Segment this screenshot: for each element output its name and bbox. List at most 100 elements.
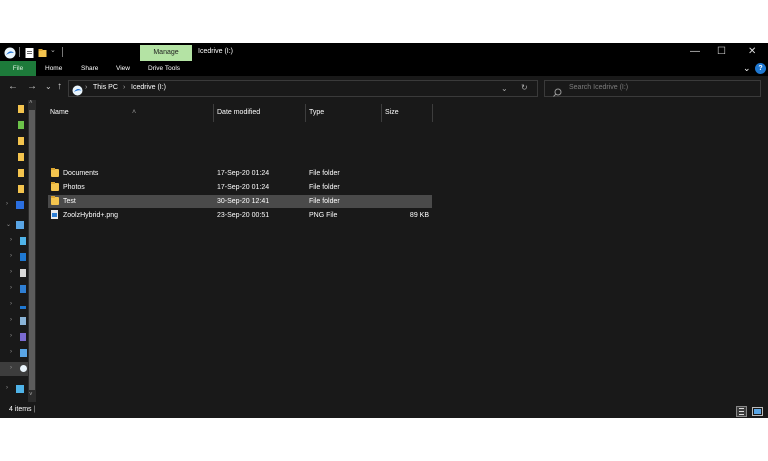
nav-item-drive[interactable]: ›	[0, 234, 28, 248]
column-header-name[interactable]: Name ˄	[46, 104, 214, 122]
tab-file[interactable]: File	[0, 61, 36, 76]
ribbon-expand-icon[interactable]: ⌄	[743, 61, 751, 76]
qa-separator	[19, 47, 20, 57]
properties-icon[interactable]	[25, 46, 34, 58]
minimize-button[interactable]: —	[690, 46, 700, 57]
file-date: 17-Sep-20 01:24	[217, 184, 270, 191]
nav-item-this-pc[interactable]: ⌄	[0, 218, 28, 232]
nav-item-quick-folder[interactable]	[0, 102, 28, 116]
file-date: 30-Sep-20 12:41	[217, 198, 270, 205]
breadcrumb-separator: ›	[123, 84, 126, 91]
chevron-right-icon[interactable]: ›	[10, 317, 12, 323]
breadcrumb-this-pc[interactable]: This PC	[93, 84, 118, 91]
sort-ascending-icon: ˄	[132, 109, 137, 116]
nav-item-drive[interactable]: ›	[0, 314, 28, 328]
search-input[interactable]: Search Icedrive (I:)	[569, 84, 628, 91]
nav-item-dropbox[interactable]: ›	[0, 198, 28, 212]
chevron-right-icon[interactable]: ›	[10, 237, 12, 243]
breadcrumb-separator: ›	[85, 84, 88, 91]
icedrive-icon	[72, 83, 83, 96]
tab-home[interactable]: Home	[45, 61, 62, 76]
table-row[interactable]: ZoolzHybrid+.png 23-Sep-20 00:51 PNG Fil…	[48, 209, 432, 222]
column-header-date[interactable]: Date modified	[213, 104, 305, 122]
table-row[interactable]: Test 30-Sep-20 12:41 File folder	[48, 195, 432, 208]
nav-item-drive[interactable]: ›	[0, 282, 28, 296]
forward-button[interactable]: →	[27, 81, 37, 92]
nav-pane-scrollbar[interactable]: ˄ ˅	[28, 100, 36, 402]
chevron-right-icon[interactable]: ›	[10, 285, 12, 291]
navigation-pane: › ⌄ › › › › › › › › › › ˄ ˅	[0, 100, 36, 402]
column-header-size[interactable]: Size	[381, 104, 433, 122]
drive-icon	[20, 349, 27, 357]
nav-item-quick-folder[interactable]	[0, 150, 28, 164]
chevron-right-icon[interactable]: ›	[6, 201, 8, 207]
chevron-right-icon[interactable]: ›	[10, 349, 12, 355]
pictures-icon	[20, 317, 26, 325]
column-divider[interactable]	[432, 104, 433, 122]
tab-drive-tools[interactable]: Drive Tools	[148, 61, 180, 76]
nav-item-drive[interactable]: ›	[0, 250, 28, 264]
nav-item-quick-folder[interactable]	[0, 166, 28, 180]
large-icons-view-icon[interactable]	[752, 404, 763, 416]
computer-icon	[16, 221, 24, 229]
file-name: ZoolzHybrid+.png	[63, 212, 119, 219]
nav-item-quick-folder[interactable]	[0, 118, 28, 132]
file-list: Name ˄ Date modified Type Size Documents…	[40, 100, 768, 402]
details-view-icon[interactable]	[736, 404, 747, 417]
folder-icon	[18, 169, 24, 177]
file-name: Photos	[63, 184, 85, 191]
icedrive-app-icon[interactable]	[4, 46, 16, 59]
explorer-window: ⌄ Manage Icedrive (I:) — ☐ ✕ File Home S…	[0, 43, 768, 418]
item-count-label: 4 items	[9, 406, 32, 413]
chevron-right-icon[interactable]: ›	[10, 333, 12, 339]
item-count: 4 items |	[9, 406, 36, 413]
close-button[interactable]: ✕	[748, 46, 756, 57]
file-type: File folder	[309, 198, 340, 205]
column-header-type[interactable]: Type	[305, 104, 381, 122]
table-row[interactable]: Documents 17-Sep-20 01:24 File folder	[48, 167, 432, 180]
search-box[interactable]: Search Icedrive (I:)	[544, 80, 761, 97]
file-name: Test	[63, 198, 76, 205]
folder-icon	[18, 137, 24, 145]
chevron-right-icon[interactable]: ›	[10, 253, 12, 259]
help-icon[interactable]: ?	[755, 63, 766, 74]
chevron-right-icon[interactable]: ›	[10, 301, 12, 307]
maximize-button[interactable]: ☐	[717, 46, 726, 57]
up-button[interactable]: ↑	[57, 81, 62, 92]
chevron-right-icon[interactable]: ›	[6, 385, 8, 391]
chevron-right-icon[interactable]: ›	[10, 365, 12, 371]
file-size: 89 KB	[409, 212, 429, 219]
nav-item-drive[interactable]: ›	[0, 298, 28, 312]
tab-share[interactable]: Share	[81, 61, 98, 76]
scroll-down-icon[interactable]: ˅	[29, 392, 33, 398]
nav-item-icedrive[interactable]: ›	[0, 362, 28, 376]
nav-item-drive[interactable]: ›	[0, 266, 28, 280]
tab-view[interactable]: View	[116, 61, 130, 76]
address-dropdown-icon[interactable]: ⌄	[501, 84, 508, 93]
back-button[interactable]: ←	[8, 81, 18, 92]
scrollbar-thumb[interactable]	[29, 110, 35, 390]
icedrive-icon	[20, 365, 27, 372]
chevron-right-icon[interactable]: ›	[10, 269, 12, 275]
nav-item-quick-folder[interactable]	[0, 134, 28, 148]
file-type: File folder	[309, 170, 340, 177]
table-row[interactable]: Photos 17-Sep-20 01:24 File folder	[48, 181, 432, 194]
new-folder-icon[interactable]	[38, 46, 47, 58]
videos-icon	[20, 333, 26, 341]
nav-item-network[interactable]: ›	[0, 382, 28, 396]
nav-item-drive[interactable]: ›	[0, 330, 28, 344]
file-type: File folder	[309, 184, 340, 191]
customize-qa-icon[interactable]: ⌄	[50, 46, 58, 58]
refresh-icon[interactable]: ↻	[521, 83, 528, 92]
nav-item-drive[interactable]: ›	[0, 346, 28, 360]
address-bar[interactable]: › This PC › Icedrive (I:) ⌄ ↻	[68, 80, 538, 97]
recent-locations-button[interactable]: ⌄	[45, 82, 52, 91]
dropbox-icon	[16, 201, 24, 209]
scroll-up-icon[interactable]: ˄	[29, 100, 33, 106]
manage-tab[interactable]: Manage	[140, 45, 192, 61]
breadcrumb-icedrive[interactable]: Icedrive (I:)	[131, 84, 166, 91]
chevron-down-icon[interactable]: ⌄	[6, 221, 11, 228]
folder-icon	[20, 237, 26, 245]
column-label: Name	[50, 109, 69, 116]
nav-item-quick-folder[interactable]	[0, 182, 28, 196]
